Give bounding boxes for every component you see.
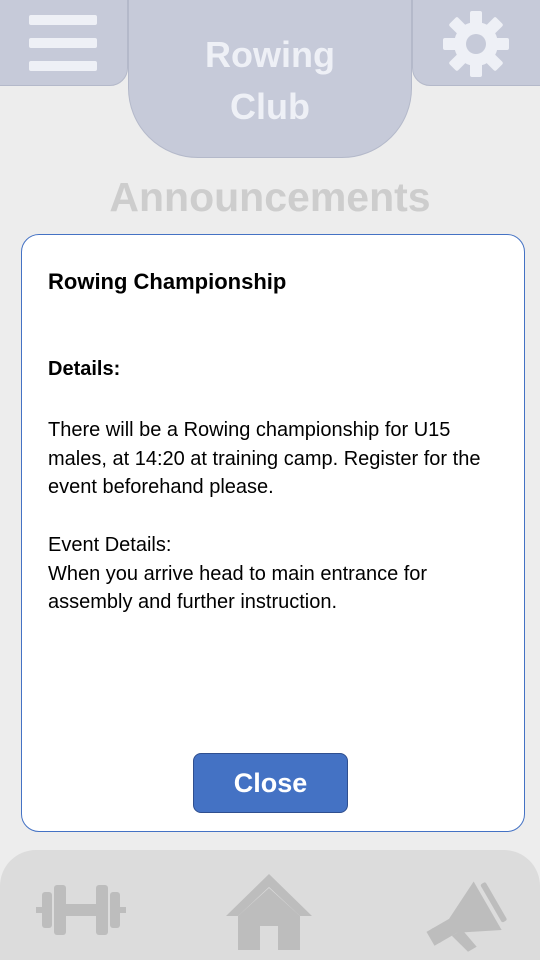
- bottom-nav: [0, 850, 540, 960]
- announcement-dialog: Rowing Championship Details: There will …: [21, 234, 525, 832]
- club-title: Rowing Club: [129, 29, 411, 133]
- dialog-title: Rowing Championship: [48, 269, 287, 294]
- event-details-block: Event Details: When you arrive head to m…: [48, 531, 508, 617]
- club-title-line2: Club: [230, 86, 310, 127]
- event-details-label: Event Details:: [48, 534, 172, 556]
- hamburger-menu-icon: [29, 15, 99, 71]
- details-label: Details:: [48, 358, 121, 380]
- announcement-body: There will be a Rowing championship for …: [48, 419, 481, 498]
- dumbbell-icon: [36, 885, 126, 935]
- event-details-text: When you arrive head to main entrance fo…: [48, 562, 428, 614]
- club-title-tab: Rowing Club: [128, 0, 412, 158]
- gear-icon: [443, 11, 509, 77]
- megaphone-icon: [426, 881, 507, 952]
- header-bar: Rowing Club: [0, 0, 540, 158]
- close-button[interactable]: Close: [193, 753, 348, 813]
- nav-workouts[interactable]: [26, 860, 136, 960]
- club-title-line1: Rowing: [205, 34, 335, 75]
- nav-announcements[interactable]: [412, 860, 522, 960]
- home-icon: [226, 874, 312, 950]
- settings-button[interactable]: [412, 0, 540, 86]
- app-screen: Rowing Club Announcements Rowing Champio…: [0, 0, 540, 960]
- menu-button[interactable]: [0, 0, 128, 86]
- section-title: Announcements: [109, 174, 431, 220]
- nav-home[interactable]: [214, 860, 324, 960]
